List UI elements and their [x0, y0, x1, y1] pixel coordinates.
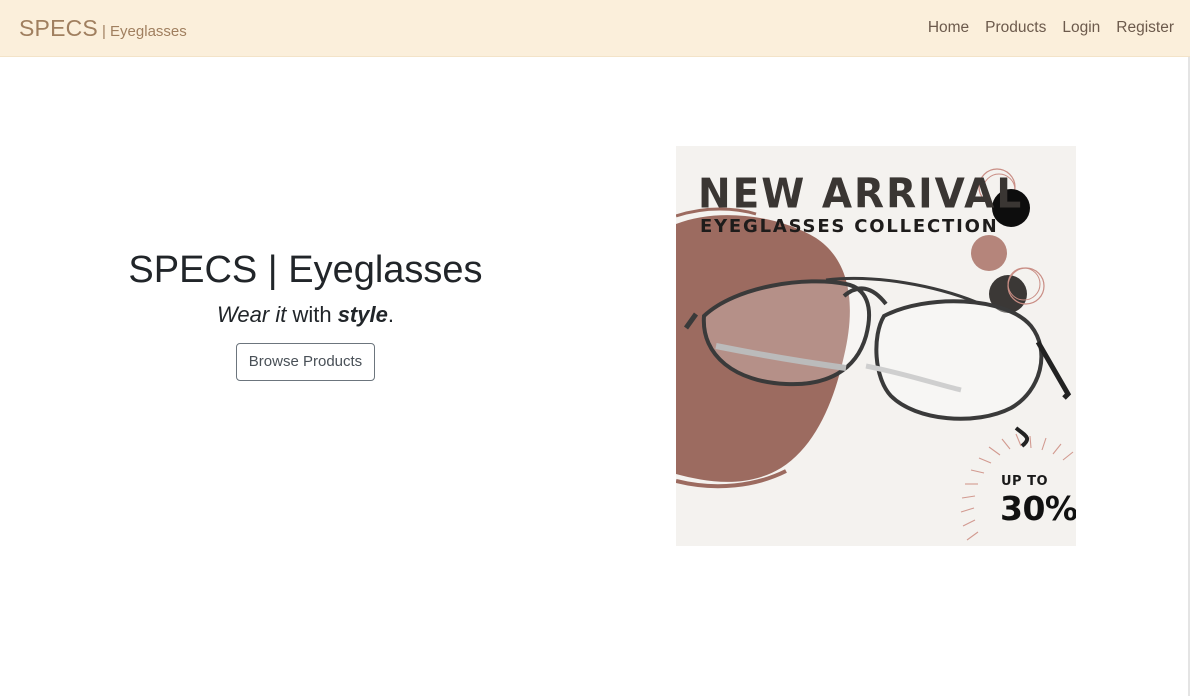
nav-links: Home Products Login Register	[920, 19, 1178, 37]
hero-title: SPECS | Eyeglasses	[128, 249, 483, 291]
banner-headline: NEW ARRIVAL	[698, 170, 1024, 219]
nav-link-login[interactable]: Login	[1054, 19, 1108, 37]
nav-link-products[interactable]: Products	[977, 19, 1054, 37]
tagline-word-with: with	[292, 302, 332, 327]
browse-products-button[interactable]: Browse Products	[235, 343, 376, 381]
brand-subtitle: | Eyeglasses	[101, 22, 187, 40]
tagline-word-wear: Wear	[217, 302, 270, 327]
promo-discount: 30%	[1000, 489, 1076, 528]
hero-section: SPECS | Eyeglasses Wear it with style. B…	[100, 246, 511, 381]
tagline-word-style: style	[337, 302, 388, 327]
promo-banner-image: NEW ARRIVAL EYEGLASSES COLLECTION UP TO …	[676, 146, 1076, 546]
tagline-period: .	[387, 302, 394, 327]
brand-logo-link[interactable]: SPECS | Eyeglasses	[19, 15, 187, 42]
rose-circle-icon	[971, 235, 1007, 271]
banner-subheadline: EYEGLASSES COLLECTION	[700, 216, 999, 237]
nav-link-home[interactable]: Home	[920, 19, 977, 37]
promo-prefix: UP TO	[1001, 474, 1049, 489]
tagline-word-it: it	[275, 302, 287, 327]
hero-tagline: Wear it with style.	[100, 300, 511, 330]
brand-name: SPECS	[19, 14, 98, 41]
navbar: SPECS | Eyeglasses Home Products Login R…	[0, 0, 1190, 57]
nav-link-register[interactable]: Register	[1108, 19, 1178, 37]
